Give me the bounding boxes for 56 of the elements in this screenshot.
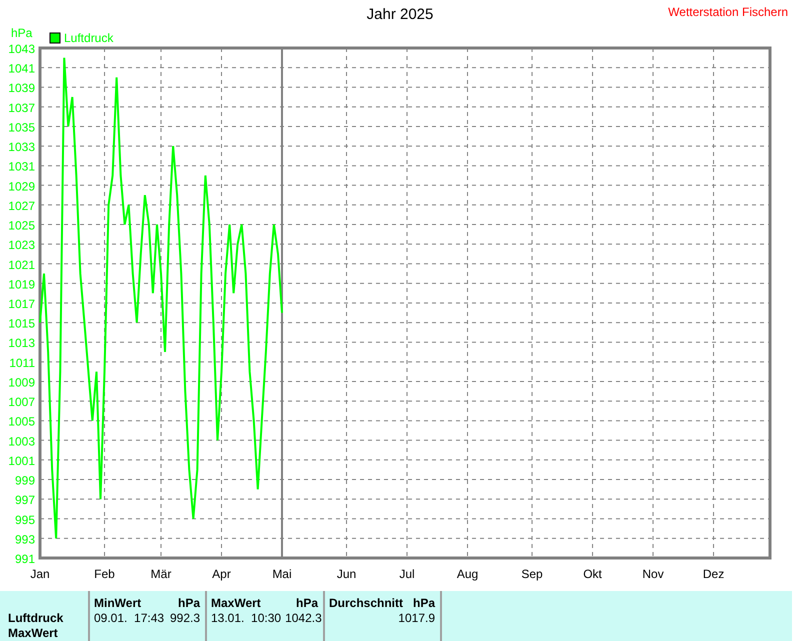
table-cell: 09.01. 17:43	[94, 611, 164, 626]
y-tick-label: 1041	[8, 62, 35, 76]
x-tick-label: Mai	[272, 567, 292, 581]
chart-title: Jahr 2025	[366, 6, 434, 23]
x-tick-label: Mär	[150, 567, 172, 581]
table-cell: 992.3	[170, 611, 200, 626]
y-tick-label: 1029	[8, 179, 35, 194]
station-name: Wetterstation Fischern	[668, 5, 788, 19]
y-tick-label: 1043	[8, 42, 35, 56]
y-tick-label: 995	[14, 512, 35, 527]
x-tick-label: Feb	[94, 567, 115, 581]
x-tick-label: Apr	[212, 567, 231, 581]
axis-unit: hPa	[11, 26, 32, 40]
table-cell: 1017.9	[398, 611, 435, 626]
column-title: Durchschnitt	[329, 596, 404, 611]
x-tick-label: Sep	[521, 567, 543, 581]
x-tick-label: Nov	[642, 567, 664, 581]
y-tick-label: 1007	[8, 395, 35, 410]
y-tick-label: 991	[14, 552, 35, 566]
y-tick-label: 1023	[8, 238, 35, 252]
y-tick-label: 999	[14, 474, 35, 488]
x-tick-label: Jun	[336, 567, 356, 581]
x-tick-label: Jul	[399, 567, 415, 581]
y-tick-label: 1027	[8, 198, 35, 213]
y-tick-label: 1019	[8, 277, 35, 292]
x-tick-label: Okt	[583, 567, 602, 581]
y-tick-label: 1015	[8, 316, 35, 331]
column-unit: hPa	[412, 596, 435, 611]
y-tick-label: 1025	[8, 218, 35, 233]
y-tick-label: 1013	[8, 336, 35, 350]
legend-label: Luftdruck	[64, 31, 114, 45]
y-tick-label: 1003	[8, 434, 35, 448]
column-title: MinWert	[94, 596, 142, 611]
x-tick-label: Dez	[702, 567, 724, 581]
table-cell: 1042.3	[285, 611, 322, 626]
y-tick-label: 1033	[8, 140, 35, 154]
y-tick-label: 1031	[8, 160, 35, 174]
y-tick-label: 1001	[8, 454, 35, 468]
y-tick-label: 1021	[8, 258, 35, 272]
column-unit: hPa	[178, 596, 200, 611]
column-title: MaxWert	[211, 596, 261, 611]
x-tick-label: Jan	[30, 567, 50, 581]
table-cell: 13.01. 10:30	[211, 611, 282, 626]
y-tick-label: 1035	[8, 120, 35, 134]
y-tick-label: 1039	[8, 81, 35, 96]
x-tick-label: Aug	[456, 567, 478, 581]
column-unit: hPa	[296, 596, 318, 611]
y-tick-label: 993	[14, 532, 35, 546]
y-tick-label: 1037	[8, 100, 35, 115]
y-tick-label: 1009	[8, 375, 35, 390]
row-label: MaxWert	[8, 626, 58, 641]
y-tick-label: 1017	[8, 297, 35, 311]
row-label: Luftdruck	[8, 611, 64, 626]
y-tick-label: 1011	[9, 356, 35, 370]
y-tick-label: 997	[14, 493, 35, 508]
y-tick-label: 1005	[8, 414, 35, 429]
